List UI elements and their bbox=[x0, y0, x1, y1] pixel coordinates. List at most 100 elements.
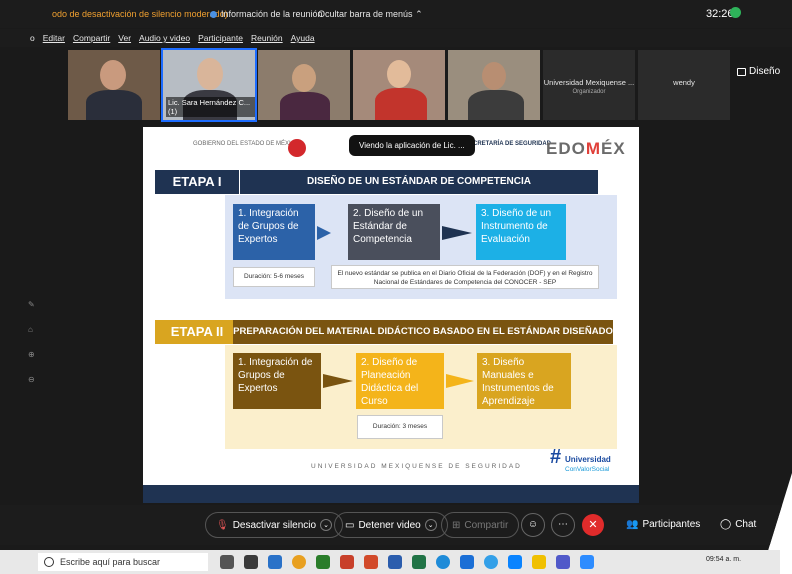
pdf-icon[interactable] bbox=[364, 555, 378, 569]
chat-label: Chat bbox=[735, 519, 757, 530]
outlook-icon[interactable] bbox=[268, 555, 282, 569]
participant-tile-guest[interactable]: wendy bbox=[638, 50, 730, 120]
menu-item-meeting[interactable]: Reunión bbox=[251, 33, 283, 43]
zoom-out-icon[interactable]: ⊖ bbox=[28, 375, 35, 384]
stop-video-label: Detener video bbox=[358, 519, 421, 531]
chrome-icon[interactable] bbox=[292, 555, 306, 569]
etapa1-title: DISEÑO DE UN ESTÁNDAR DE COMPETENCIA bbox=[240, 170, 598, 194]
hide-menus-button[interactable]: Ocultar barra de menús ⌃ bbox=[318, 9, 423, 20]
viewing-app-tooltip[interactable]: Viendo la aplicación de Lic. ... bbox=[349, 135, 475, 156]
taskbar-search-input[interactable]: Escribe aquí para buscar bbox=[38, 553, 208, 571]
participants-button[interactable]: 👥 Participantes bbox=[626, 519, 700, 530]
chat-icon: ◯ bbox=[720, 519, 732, 530]
more-icon: ⋯ bbox=[558, 519, 568, 530]
teams-icon[interactable] bbox=[556, 555, 570, 569]
etapa2-step2: 2. Diseño de Planeación Didáctica del Cu… bbox=[356, 353, 444, 409]
meeting-info-button[interactable]: Información de la reunión bbox=[210, 9, 323, 19]
share-label: Compartir bbox=[464, 519, 509, 531]
menu-item-share[interactable]: Compartir bbox=[73, 33, 110, 43]
menu-item-view[interactable]: Ver bbox=[118, 33, 131, 43]
participants-label: Participantes bbox=[642, 519, 701, 530]
arrow-right-icon bbox=[442, 226, 472, 240]
zoom-in-icon[interactable]: ⊕ bbox=[28, 350, 35, 359]
participant-face bbox=[387, 60, 411, 88]
menu-item-help[interactable]: Ayuda bbox=[291, 33, 315, 43]
etapa2-step3: 3. Diseño Manuales e Instrumentos de Apr… bbox=[477, 353, 571, 409]
logo-bar: GOBIERNO DEL ESTADO DE MÉXICO SECRETARÍA… bbox=[143, 127, 639, 167]
marker-icon[interactable]: ⌂ bbox=[28, 325, 35, 334]
chevron-up-icon: ⌃ bbox=[415, 9, 423, 19]
participant-tile[interactable] bbox=[353, 50, 445, 120]
arrow-right-icon bbox=[446, 374, 474, 388]
participant-tile[interactable] bbox=[448, 50, 540, 120]
menu-item-edit[interactable]: Editar bbox=[43, 33, 65, 43]
hide-menus-label: Ocultar barra de menús bbox=[318, 9, 413, 19]
share-button[interactable]: ⊞ Compartir bbox=[441, 512, 520, 538]
more-button[interactable]: ⋯ bbox=[551, 513, 575, 537]
etapa2-title: PREPARACIÓN DEL MATERIAL DIDÁCTICO BASAD… bbox=[233, 320, 613, 344]
participant-face bbox=[482, 62, 506, 90]
participant-face bbox=[100, 60, 126, 90]
unmute-button[interactable]: 🎙 Desactivar silencio ⌄ bbox=[205, 512, 344, 538]
chevron-down-icon: ⌄ bbox=[320, 519, 333, 531]
app-icon[interactable] bbox=[508, 555, 522, 569]
layout-label: Diseño bbox=[749, 66, 781, 77]
participant-strip: Lic. Sara Hernández C... (1) Universidad… bbox=[68, 48, 730, 122]
menu-item-participant[interactable]: Participante bbox=[198, 33, 243, 43]
zoom-icon[interactable] bbox=[580, 555, 594, 569]
app-icon[interactable] bbox=[316, 555, 330, 569]
etapa1-note: El nuevo estándar se publica en el Diari… bbox=[331, 265, 599, 289]
app-icon[interactable] bbox=[460, 555, 474, 569]
secretaria-logo: SECRETARÍA DE SEGURIDAD bbox=[465, 141, 552, 147]
chat-button[interactable]: ◯ Chat bbox=[720, 519, 756, 530]
participant-tile[interactable] bbox=[258, 50, 350, 120]
powerpoint-icon[interactable] bbox=[340, 555, 354, 569]
silence-mode-warning[interactable]: odo de desactivación de silencio moderad… bbox=[52, 9, 228, 19]
menu-item-file[interactable]: o bbox=[30, 33, 35, 43]
participant-tile[interactable] bbox=[68, 50, 160, 120]
windows-taskbar: Escribe aquí para buscar 09:54 a. m. bbox=[0, 550, 780, 574]
video-icon: ▭ bbox=[345, 519, 355, 531]
folder-icon[interactable] bbox=[532, 555, 546, 569]
slide-bottom-bar bbox=[143, 485, 639, 503]
excel-icon[interactable] bbox=[412, 555, 426, 569]
participant-body bbox=[86, 90, 142, 120]
participant-body bbox=[280, 92, 330, 120]
gobierno-logo: GOBIERNO DEL ESTADO DE MÉXICO bbox=[193, 141, 300, 147]
etapa2-duration: Duración: 3 meses bbox=[357, 415, 443, 439]
info-icon bbox=[210, 10, 217, 18]
mic-icon[interactable] bbox=[220, 555, 234, 569]
reactions-button[interactable]: ☺ bbox=[521, 513, 545, 537]
etapa1-step3: 3. Diseño de un Instrumento de Evaluació… bbox=[476, 204, 566, 260]
annotation-toolbar: ✎ ⌂ ⊕ ⊖ bbox=[28, 300, 35, 384]
participant-name: wendy bbox=[673, 78, 695, 87]
brand-hash-icon: # bbox=[550, 446, 562, 468]
layout-button[interactable]: Diseño bbox=[737, 66, 780, 77]
etapa1-step1: 1. Integración de Grupos de Expertos bbox=[233, 204, 315, 260]
title-bar: odo de desactivación de silencio moderad… bbox=[0, 0, 792, 28]
end-meeting-button[interactable]: ✕ bbox=[582, 514, 604, 536]
photo-frame: odo de desactivación de silencio moderad… bbox=[0, 0, 792, 574]
participant-face bbox=[197, 58, 223, 90]
participant-tile-organizer[interactable]: Universidad Mexiquense ... Organizador bbox=[543, 50, 635, 120]
brand-line2: ConValorSocial bbox=[565, 466, 610, 473]
menu-bar: o Editar Compartir Ver Audio y video Par… bbox=[0, 29, 792, 47]
participant-tile-selected[interactable]: Lic. Sara Hernández C... (1) bbox=[161, 48, 257, 122]
stop-video-button[interactable]: ▭ Detener video ⌄ bbox=[334, 512, 448, 538]
task-view-icon[interactable] bbox=[244, 555, 258, 569]
etapa2-step1: 1. Integración de Grupos de Expertos bbox=[233, 353, 321, 409]
security-shield-icon[interactable] bbox=[730, 7, 741, 18]
word-icon[interactable] bbox=[388, 555, 402, 569]
share-icon: ⊞ bbox=[452, 519, 461, 531]
close-icon: ✕ bbox=[588, 519, 598, 531]
participant-role: Organizador bbox=[572, 89, 606, 95]
edge-icon[interactable] bbox=[436, 555, 450, 569]
etapa2-label: ETAPA II bbox=[155, 320, 239, 344]
pointer-icon[interactable]: ✎ bbox=[28, 300, 35, 309]
browser-icon[interactable] bbox=[484, 555, 498, 569]
menu-item-audio-video[interactable]: Audio y video bbox=[139, 33, 190, 43]
participants-icon: 👥 bbox=[626, 519, 639, 530]
etapa1-label: ETAPA I bbox=[155, 170, 239, 194]
participant-name-label: Lic. Sara Hernández C... (1) bbox=[166, 97, 255, 117]
etapa1-duration: Duración: 5-6 meses bbox=[233, 267, 315, 287]
